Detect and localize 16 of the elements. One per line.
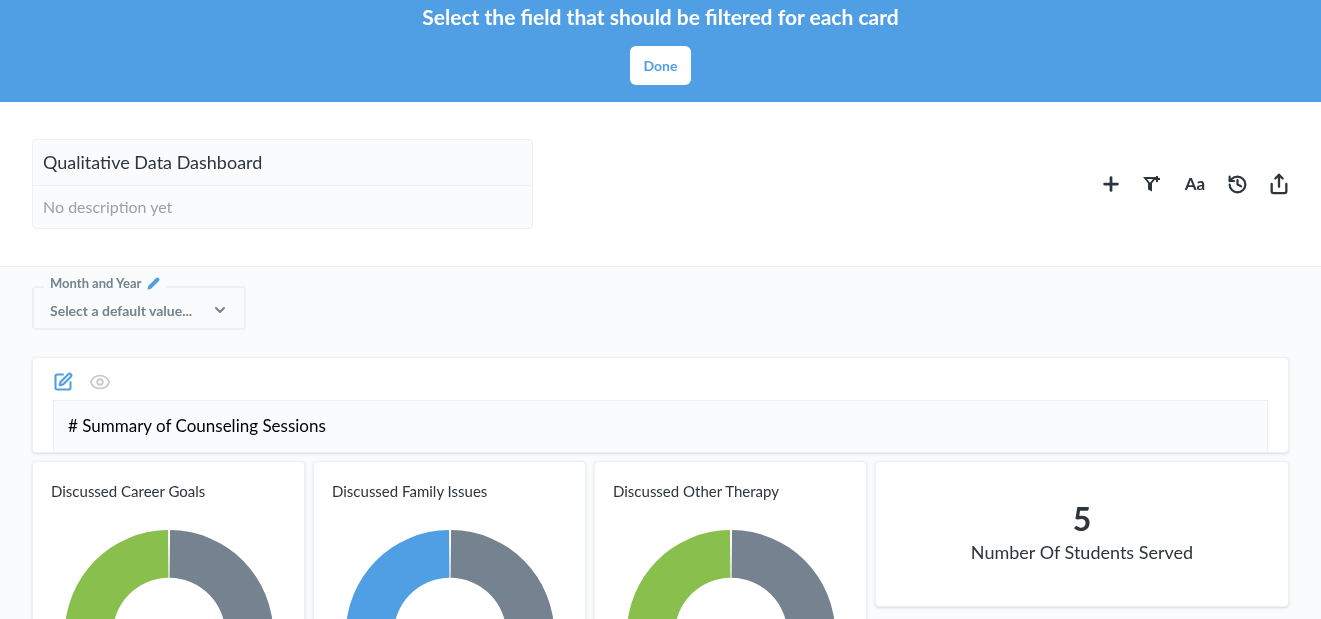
scalar-label: Number Of Students Served [970, 539, 1194, 565]
funnel-plus-icon [1143, 174, 1163, 194]
card-title: Discussed Career Goals [50, 481, 207, 502]
share-icon [1268, 173, 1290, 195]
card-title: Discussed Other Therapy [612, 481, 780, 502]
history-icon [1226, 173, 1248, 195]
add-text-button[interactable]: Aa [1177, 166, 1213, 202]
filter-value: Select a default value... [50, 304, 193, 318]
edit-icon[interactable] [53, 372, 73, 392]
plus-icon [1100, 173, 1122, 195]
dashboard-title[interactable]: Qualitative Data Dashboard [33, 140, 532, 186]
markdown-editor[interactable]: # Summary of Counseling Sessions [53, 400, 1268, 452]
scalar-value: 5 [1072, 502, 1092, 535]
banner-title: Select the field that should be filtered for each card [422, 3, 899, 31]
pencil-icon[interactable] [147, 277, 161, 290]
card-title: Discussed Family Issues [331, 481, 489, 502]
